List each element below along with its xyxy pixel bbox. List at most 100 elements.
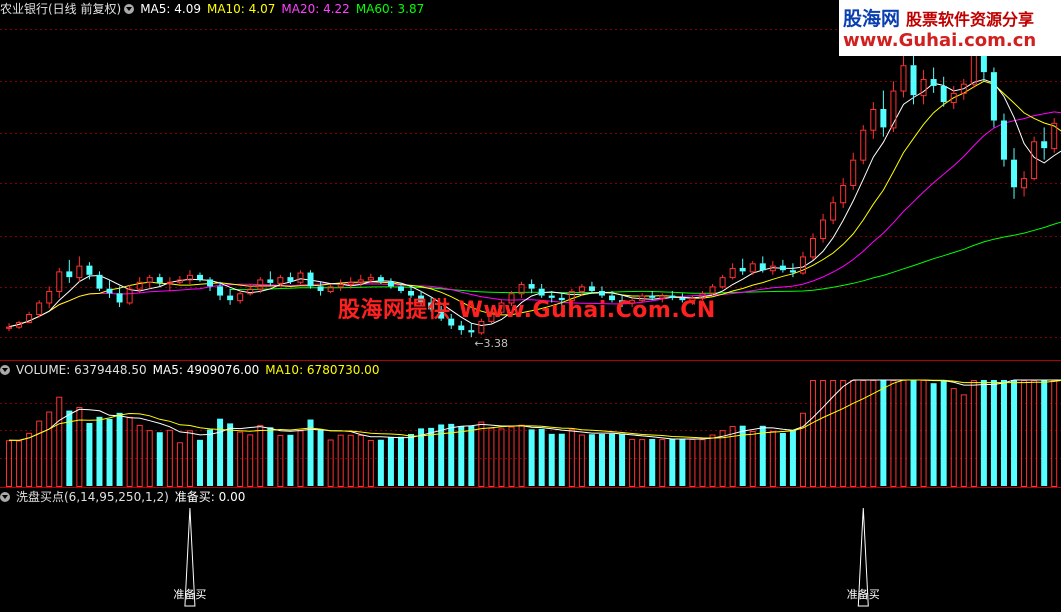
volume-bar — [26, 432, 33, 488]
candle-body — [1031, 141, 1038, 180]
volume-bar — [327, 439, 334, 487]
volume-bar — [1021, 380, 1028, 487]
volume-bar — [880, 380, 887, 486]
candle-body — [367, 277, 374, 281]
volume-bar — [649, 438, 656, 486]
volume-bar — [287, 434, 294, 486]
candle-body — [1000, 120, 1007, 160]
volume-bar — [689, 438, 696, 487]
candle-body — [458, 325, 465, 331]
candle-body — [287, 277, 294, 282]
candle-body — [830, 202, 837, 221]
volume-panel-header: VOLUME: 6379448.50 MA5: 4909076.00 MA10: 6… — [0, 362, 385, 378]
volume-bar — [257, 425, 264, 488]
volume-bar — [237, 431, 244, 487]
volume-bar — [679, 438, 686, 486]
volume-bar — [126, 416, 133, 487]
candle-body — [196, 274, 203, 280]
candle-body — [297, 272, 304, 283]
ma10-line — [8, 80, 1061, 328]
volume-bar — [1031, 380, 1038, 487]
volume-bar — [598, 433, 605, 486]
volume-bar — [227, 423, 234, 486]
volume-bar — [478, 421, 485, 488]
candle-body — [749, 263, 756, 273]
volume-bar — [458, 426, 465, 486]
dropdown-icon[interactable] — [0, 365, 10, 375]
volume-bar — [729, 425, 736, 487]
volume-bar — [468, 426, 475, 486]
candle-body — [217, 286, 224, 296]
volume-bar — [709, 434, 716, 488]
ma20-line — [48, 111, 1061, 312]
candle-body — [719, 277, 726, 288]
volume-bar — [659, 439, 666, 488]
candle-body — [126, 288, 133, 304]
volume-ma10-line — [8, 379, 1061, 441]
candle-body — [307, 272, 314, 287]
volume-bar — [1011, 380, 1018, 486]
candle-body — [900, 65, 907, 92]
volume-bar — [106, 418, 113, 486]
candle-body — [317, 286, 324, 291]
volume-bar — [207, 429, 214, 486]
candle-body — [1041, 141, 1048, 149]
candle-body — [930, 79, 937, 86]
volume-bar — [46, 411, 53, 487]
volume-bar — [1051, 380, 1058, 487]
candle-body — [267, 279, 274, 283]
dropdown-icon[interactable] — [124, 4, 135, 14]
candle-body — [880, 108, 887, 128]
volume-bar — [518, 424, 525, 487]
indicator-panel-header: 洗盘买点(6,14,95,250,1,2) 准备买: 0.00 — [0, 489, 251, 505]
candle-body — [779, 265, 786, 271]
candle-body — [528, 284, 535, 289]
volume-bar — [609, 433, 616, 486]
volume-bar — [488, 427, 495, 488]
candle-body — [337, 284, 344, 288]
main-panel-header: 农业银行(日线 前复权) MA5: 4.09 MA10: 4.07 MA20: 4.2… — [0, 1, 430, 17]
dropdown-icon[interactable] — [0, 492, 10, 502]
candle-body — [377, 277, 384, 282]
logo-slogan: 股票软件资源分享 — [906, 10, 1035, 29]
signal-label: 准备买 — [847, 587, 880, 601]
volume-bar — [397, 436, 404, 486]
volume-readout: VOLUME: 6379448.50 — [16, 363, 147, 377]
candle-body — [86, 265, 93, 275]
ma20-readout: MA20: 4.22 — [281, 2, 350, 16]
candle-body — [237, 293, 244, 302]
candle-body — [860, 129, 867, 161]
volume-bar — [558, 433, 565, 486]
candle-body — [36, 302, 43, 315]
volume-bar — [629, 438, 636, 488]
volume-bar — [16, 440, 23, 488]
candle-body — [810, 237, 817, 258]
candle-body — [729, 267, 736, 279]
candle-body — [870, 108, 877, 131]
candle-body — [146, 277, 153, 283]
volume-bar — [76, 407, 83, 487]
volume-bar — [779, 433, 786, 486]
volume-bar — [377, 439, 384, 486]
candle-body — [106, 288, 113, 294]
volume-bar — [418, 428, 425, 486]
volume-bar — [930, 383, 937, 486]
candle-body — [357, 279, 364, 283]
volume-ma5-line — [8, 379, 1061, 441]
volume-bar — [970, 380, 977, 487]
candle-body — [387, 281, 394, 287]
volume-bar — [267, 427, 274, 486]
volume-bar — [840, 380, 847, 487]
volume-bar — [277, 435, 284, 487]
volume-bar — [247, 434, 254, 488]
logo-brand: 股海网 — [843, 8, 901, 30]
volume-ma5-readout: MA5: 4909076.00 — [152, 363, 260, 377]
candle-body — [820, 219, 827, 239]
candle-body — [76, 265, 83, 279]
candle-body — [277, 277, 284, 284]
volume-bar — [56, 396, 63, 488]
candle-body — [910, 65, 917, 96]
volume-bar — [820, 380, 827, 487]
volume-bar — [699, 439, 706, 487]
candle-body — [347, 281, 354, 286]
